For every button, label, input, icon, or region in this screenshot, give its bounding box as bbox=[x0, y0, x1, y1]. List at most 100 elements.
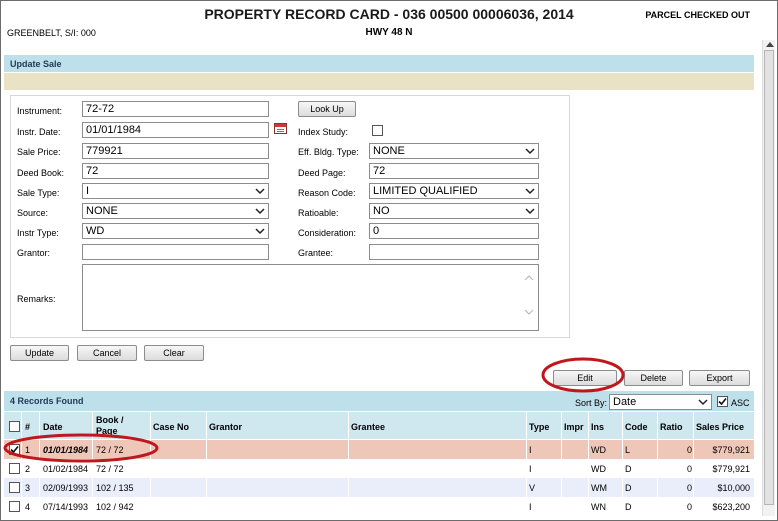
instrument-input[interactable]: 72-72 bbox=[82, 101, 269, 117]
source-select[interactable]: NONE bbox=[82, 203, 269, 219]
consideration-label: Consideration: bbox=[298, 228, 357, 238]
scroll-thumb[interactable] bbox=[764, 50, 774, 505]
instrument-label: Instrument: bbox=[17, 106, 63, 116]
row-checkbox[interactable] bbox=[9, 482, 20, 493]
asc-checkbox[interactable] bbox=[717, 396, 728, 407]
asc-label: ASC bbox=[731, 398, 750, 408]
sale-price-label: Sale Price: bbox=[17, 147, 61, 157]
deed-book-input[interactable]: 72 bbox=[82, 163, 269, 179]
row-type: I bbox=[529, 464, 532, 474]
col-header-type[interactable]: Type bbox=[529, 422, 549, 432]
row-ratio: 0 bbox=[686, 464, 692, 474]
sort-by-select[interactable]: Date bbox=[609, 394, 712, 410]
col-header-impr[interactable]: Impr bbox=[564, 422, 584, 432]
lookup-button[interactable]: Look Up bbox=[298, 101, 356, 117]
chevron-down-icon bbox=[525, 188, 535, 195]
grantor-label: Grantor: bbox=[17, 248, 51, 258]
scroll-down-icon[interactable] bbox=[524, 308, 534, 316]
vertical-scrollbar[interactable] bbox=[762, 40, 775, 516]
records-count: 4 Records Found bbox=[10, 396, 84, 406]
row-price: $623,200 bbox=[712, 502, 750, 512]
row-code: D bbox=[625, 464, 632, 474]
row-ratio: 0 bbox=[686, 502, 692, 512]
col-header-grantor[interactable]: Grantor bbox=[209, 422, 242, 432]
sale-type-select[interactable]: I bbox=[82, 183, 269, 199]
eff-bldg-type-label: Eff. Bldg. Type: bbox=[298, 147, 359, 157]
deed-page-label: Deed Page: bbox=[298, 168, 346, 178]
col-header-num[interactable]: # bbox=[25, 422, 30, 432]
row-date: 07/14/1993 bbox=[43, 502, 89, 512]
cancel-button[interactable]: Cancel bbox=[77, 345, 137, 361]
consideration-input[interactable]: 0 bbox=[369, 223, 539, 239]
chevron-down-icon bbox=[698, 399, 708, 406]
row-code: D bbox=[625, 502, 632, 512]
delete-button[interactable]: Delete bbox=[624, 370, 683, 386]
col-header-ratio[interactable]: Ratio bbox=[660, 422, 683, 432]
row-ins: WD bbox=[591, 445, 606, 455]
export-button[interactable]: Export bbox=[689, 370, 750, 386]
remarks-label: Remarks: bbox=[17, 294, 56, 304]
scroll-up-arrow-icon[interactable] bbox=[766, 42, 774, 47]
chevron-down-icon bbox=[255, 228, 265, 235]
row-num: 4 bbox=[25, 502, 31, 512]
scroll-up-icon[interactable] bbox=[524, 274, 534, 282]
deed-page-input[interactable]: 72 bbox=[369, 163, 539, 179]
row-checkbox[interactable] bbox=[9, 501, 20, 512]
section-tan-bar bbox=[4, 73, 754, 90]
row-book-page: 102 / 135 bbox=[96, 483, 134, 493]
instr-type-select[interactable]: WD bbox=[82, 223, 269, 239]
chevron-down-icon bbox=[525, 208, 535, 215]
grantor-input[interactable] bbox=[82, 244, 269, 260]
update-button[interactable]: Update bbox=[10, 345, 69, 361]
row-book-page: 102 / 942 bbox=[96, 502, 134, 512]
col-header-date[interactable]: Date bbox=[43, 422, 63, 432]
ratioable-value: NO bbox=[373, 205, 390, 217]
select-all-checkbox[interactable] bbox=[9, 421, 20, 432]
col-header-code[interactable]: Code bbox=[625, 422, 648, 432]
row-ins: WD bbox=[591, 464, 606, 474]
annotation-ellipse-row bbox=[3, 433, 159, 463]
annotation-ellipse-edit bbox=[541, 357, 625, 393]
instr-date-input[interactable]: 01/01/1984 bbox=[82, 122, 269, 138]
grantee-input[interactable] bbox=[369, 244, 539, 260]
col-header-ins[interactable]: Ins bbox=[591, 422, 604, 432]
row-type: V bbox=[529, 483, 536, 493]
eff-bldg-type-value: NONE bbox=[373, 145, 405, 157]
row-num: 3 bbox=[25, 483, 31, 493]
grantee-label: Grantee: bbox=[298, 248, 334, 258]
row-ins: WN bbox=[591, 502, 606, 512]
source-value: NONE bbox=[86, 205, 118, 217]
section-title-bar: Update Sale bbox=[4, 55, 754, 72]
row-type: I bbox=[529, 502, 532, 512]
reason-code-value: LIMITED QUALIFIED bbox=[373, 185, 478, 197]
row-code: L bbox=[625, 445, 631, 455]
row-num: 2 bbox=[25, 464, 31, 474]
ratioable-label: Ratioable: bbox=[298, 208, 339, 218]
row-checkbox[interactable] bbox=[9, 463, 20, 474]
sale-price-input[interactable]: 779921 bbox=[82, 143, 269, 159]
reason-code-select[interactable]: LIMITED QUALIFIED bbox=[369, 183, 539, 199]
remarks-scrollbar[interactable] bbox=[522, 266, 536, 329]
source-label: Source: bbox=[17, 208, 49, 218]
page-subtitle: HWY 48 N bbox=[365, 27, 413, 38]
calendar-icon[interactable] bbox=[274, 123, 287, 134]
col-header-grantee[interactable]: Grantee bbox=[351, 422, 385, 432]
remarks-textarea[interactable] bbox=[82, 264, 539, 331]
parcel-status: PARCEL CHECKED OUT bbox=[645, 10, 750, 20]
ratioable-select[interactable]: NO bbox=[369, 203, 539, 219]
sort-by-value: Date bbox=[613, 396, 637, 408]
row-price: $779,921 bbox=[712, 445, 750, 455]
row-ratio: 0 bbox=[686, 483, 692, 493]
checkmark-icon bbox=[718, 397, 727, 406]
eff-bldg-type-select[interactable]: NONE bbox=[369, 143, 539, 159]
index-study-label: Index Study: bbox=[298, 127, 349, 137]
clear-button[interactable]: Clear bbox=[144, 345, 204, 361]
row-type: I bbox=[529, 445, 532, 455]
sale-type-value: I bbox=[86, 185, 90, 197]
col-header-sales-price[interactable]: Sales Price bbox=[696, 422, 744, 432]
instr-type-label: Instr Type: bbox=[17, 228, 59, 238]
index-study-checkbox[interactable] bbox=[372, 125, 383, 136]
reason-code-label: Reason Code: bbox=[298, 188, 356, 198]
col-header-case-no[interactable]: Case No bbox=[153, 422, 189, 432]
row-ins: WM bbox=[591, 483, 607, 493]
